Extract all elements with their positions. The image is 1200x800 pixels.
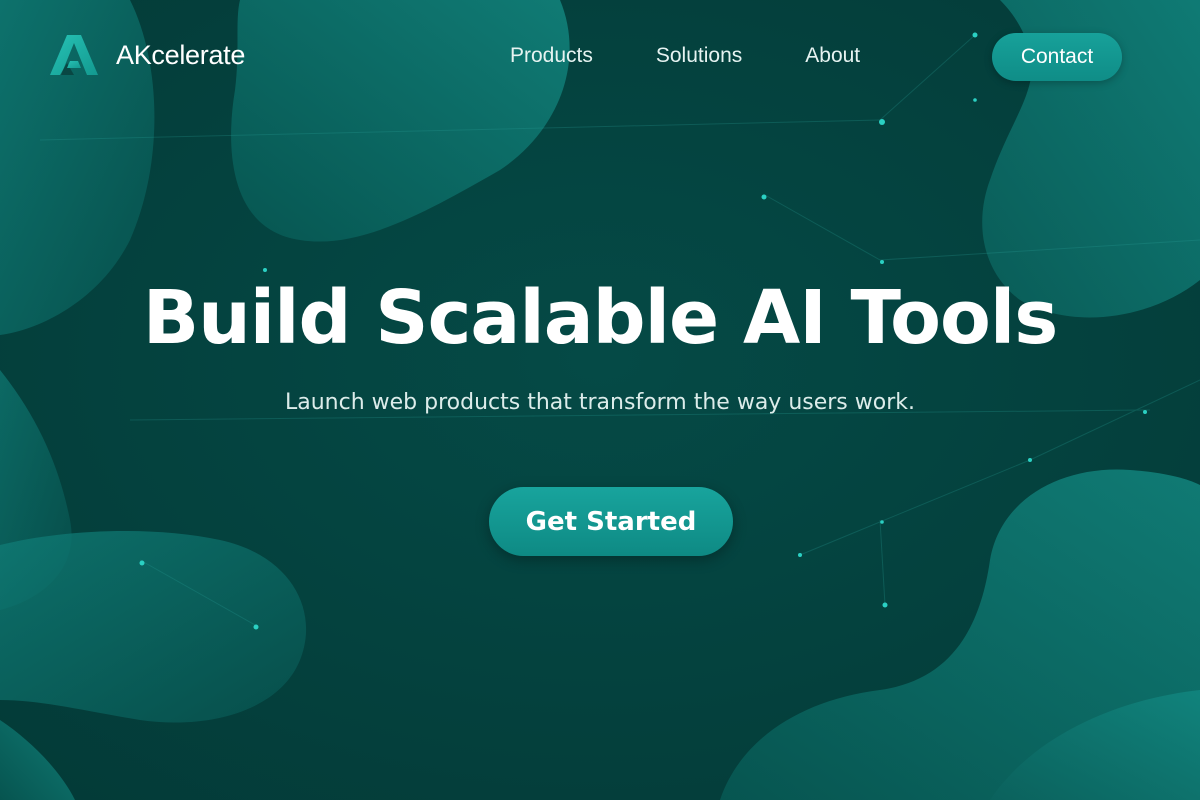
triangle-a-logo-icon bbox=[50, 35, 98, 75]
top-navigation: AKcelerate Products Solutions About Cont… bbox=[0, 0, 1200, 112]
nav-link-solutions[interactable]: Solutions bbox=[656, 42, 742, 70]
nav-links: Products Solutions About bbox=[510, 42, 860, 70]
contact-button[interactable]: Contact bbox=[992, 33, 1122, 81]
brand-name: AKcelerate bbox=[116, 39, 246, 70]
nav-link-about[interactable]: About bbox=[805, 42, 860, 70]
nav-link-products[interactable]: Products bbox=[510, 42, 593, 70]
brand-logo-link[interactable]: AKcelerate bbox=[50, 34, 245, 76]
hero-section: Build Scalable AI Tools Launch web produ… bbox=[0, 270, 1200, 418]
get-started-button[interactable]: Get Started bbox=[489, 487, 733, 556]
hero-subtitle: Launch web products that transform the w… bbox=[285, 390, 915, 415]
blob-bottom-left bbox=[0, 530, 307, 723]
hero-title: Build Scalable AI Tools bbox=[142, 275, 1059, 361]
